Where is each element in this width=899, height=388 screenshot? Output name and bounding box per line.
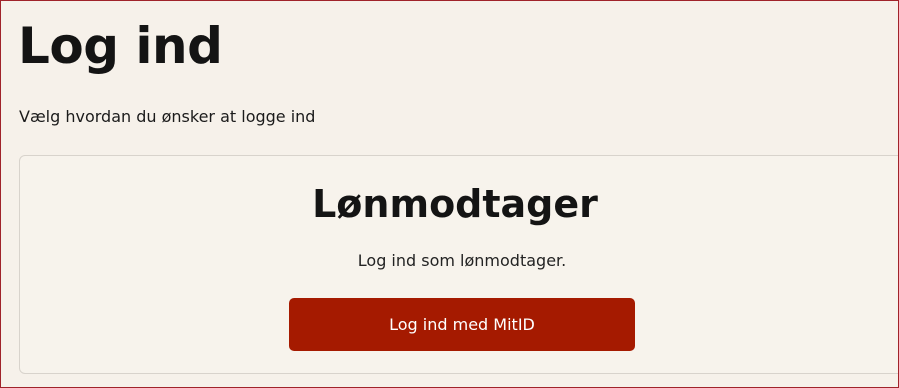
page-content: Log ind Vælg hvordan du ønsker at logge … — [1, 1, 898, 387]
page-subtitle: Vælg hvordan du ønsker at logge ind — [19, 107, 316, 126]
card-title: Lønmodtager — [312, 182, 598, 226]
login-mitid-button[interactable]: Log ind med MitID — [289, 298, 635, 351]
card-description: Log ind som lønmodtager. — [357, 251, 567, 270]
page-title: Log ind — [18, 17, 223, 75]
page-frame: Log ind Vælg hvordan du ønsker at logge … — [0, 0, 899, 388]
